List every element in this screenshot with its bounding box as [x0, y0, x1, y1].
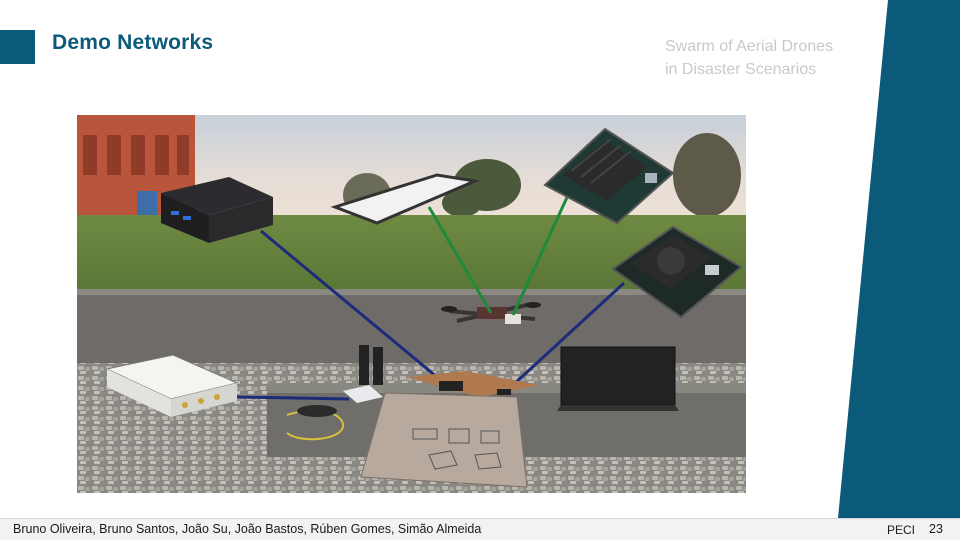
subtitle-line-2: in Disaster Scenarios [665, 61, 817, 78]
cardboard-sheet [360, 392, 528, 488]
slide-title: Demo Networks [52, 31, 214, 54]
network-illustration [77, 115, 746, 493]
slide-subtitle: Swarm of Aerial Drones in Disaster Scena… [665, 35, 865, 81]
footer-brand: PECI [887, 523, 916, 537]
demo-network-photo [77, 115, 746, 493]
title-accent-square [0, 30, 35, 64]
slide: Demo Networks Swarm of Aerial Drones in … [0, 0, 960, 540]
black-puck [297, 405, 337, 417]
footer-authors: Bruno Oliveira, Bruno Santos, João Su, J… [13, 522, 482, 536]
laptop [557, 346, 679, 411]
subtitle-line-1: Swarm of Aerial Drones [665, 38, 834, 55]
link-sdr-router [236, 395, 350, 401]
page-number: 23 [929, 522, 943, 536]
